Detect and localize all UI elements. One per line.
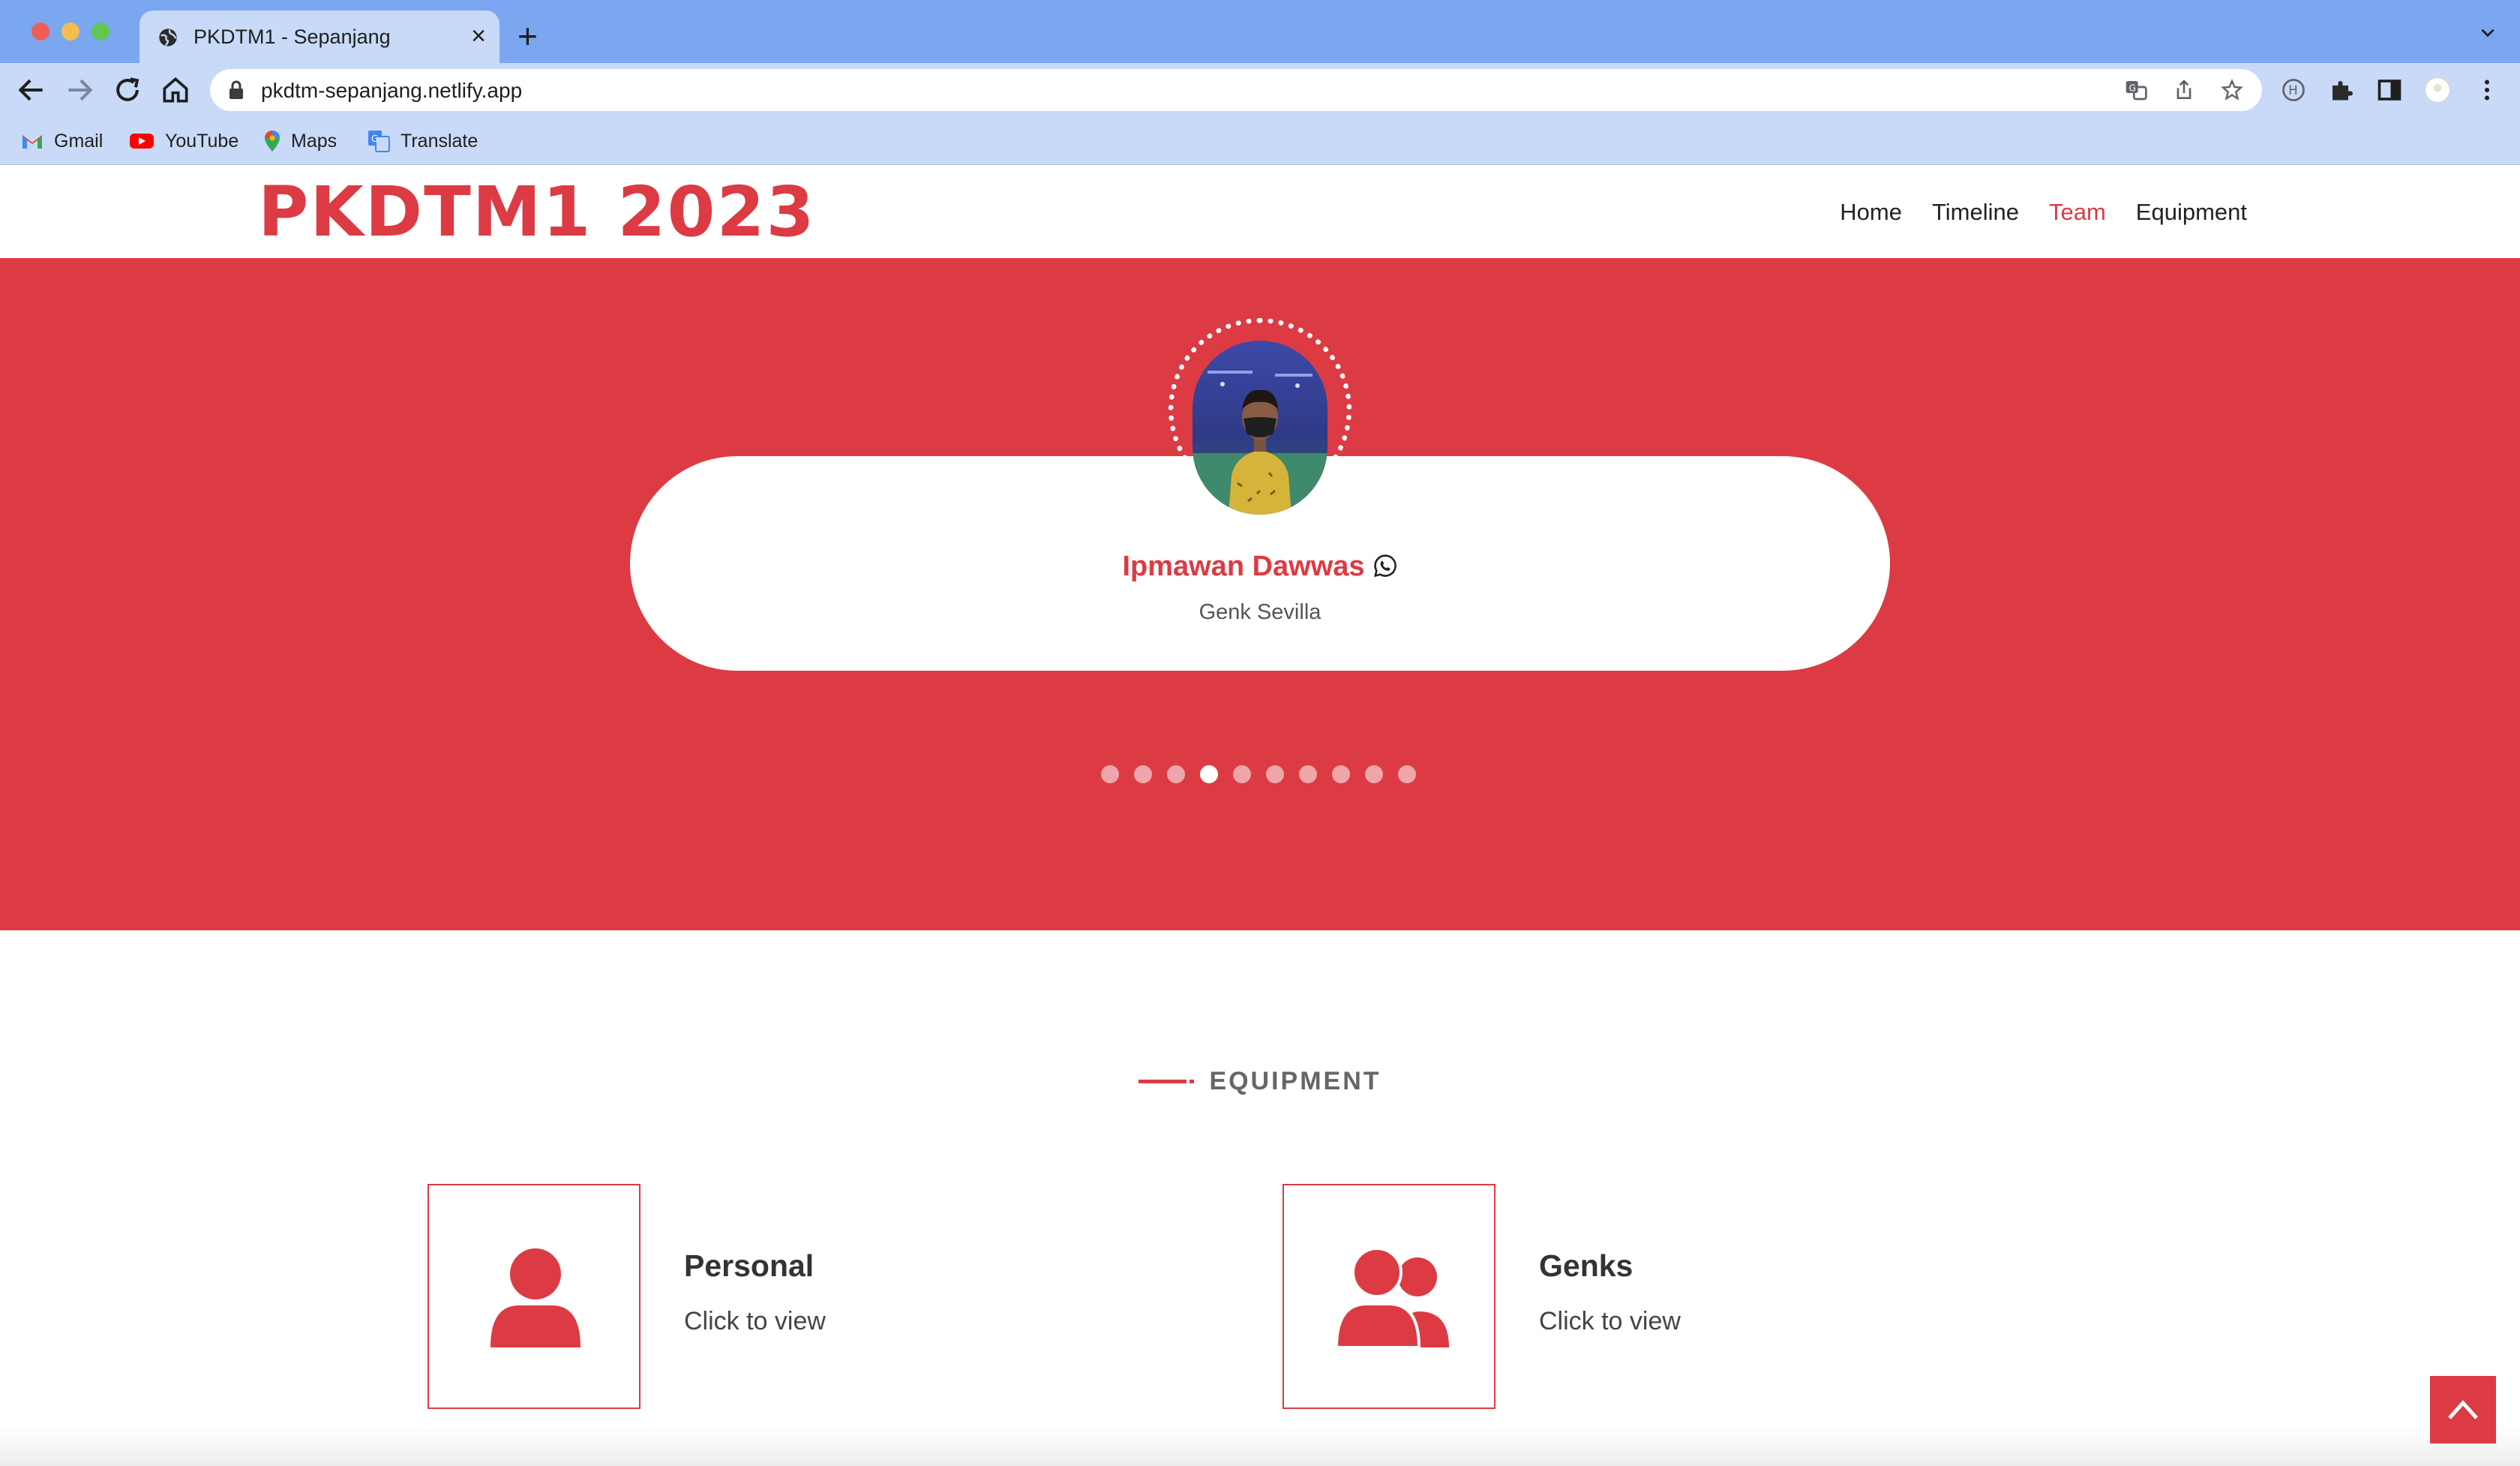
url-text: pkdtm-sepanjang.netlify.app [261, 79, 523, 102]
users-icon [1336, 1247, 1449, 1349]
bookmark-label: YouTube [165, 130, 239, 152]
home-icon[interactable] [159, 74, 192, 107]
carousel-dot[interactable] [1134, 765, 1152, 783]
youtube-icon [130, 134, 154, 149]
svg-text:G: G [2129, 83, 2136, 93]
main-nav: Home Timeline Team Equipment [1840, 197, 2247, 227]
window-close-button[interactable] [32, 23, 50, 41]
lock-icon[interactable] [228, 80, 244, 100]
bookmarks-bar: Gmail YouTube Maps G Translate [0, 117, 2520, 165]
browser-tab-strip: PKDTM1 - Sepanjang × + [0, 0, 2520, 63]
window-zoom-button[interactable] [92, 23, 110, 41]
personal-subtitle[interactable]: Click to view [684, 1307, 826, 1336]
bottom-fade [0, 1425, 2520, 1466]
equipment-section-heading: EQUIPMENT [0, 1067, 2520, 1096]
genks-subtitle[interactable]: Click to view [1539, 1307, 1681, 1336]
bookmark-label: Gmail [54, 130, 104, 152]
address-bar[interactable]: pkdtm-sepanjang.netlify.app G [210, 69, 2262, 111]
team-hero: Ipmawan Dawwas Genk Sevilla [0, 258, 2520, 930]
site-header: PKDTM1 2023 Home Timeline Team Equipment [0, 166, 2520, 258]
carousel-dot[interactable] [1299, 765, 1317, 783]
personal-equipment-card[interactable] [428, 1184, 640, 1409]
nav-team[interactable]: Team [2049, 197, 2106, 227]
tab-search-chevron-icon[interactable] [2478, 23, 2498, 42]
back-to-top-button[interactable] [2430, 1376, 2496, 1443]
browser-menu-icon[interactable] [2474, 77, 2500, 104]
carousel-pagination [1101, 765, 1416, 783]
browser-tab-active[interactable]: PKDTM1 - Sepanjang × [140, 11, 500, 63]
extension-h-icon[interactable]: H [2280, 77, 2307, 104]
user-icon [490, 1248, 580, 1347]
tab-close-icon[interactable]: × [471, 21, 486, 51]
reload-icon[interactable] [111, 74, 144, 107]
bookmark-youtube[interactable]: YouTube [129, 126, 238, 156]
bookmark-star-icon[interactable] [2220, 78, 2244, 102]
bookmark-translate[interactable]: G Translate [368, 126, 478, 156]
carousel-dot[interactable] [1365, 765, 1383, 783]
carousel-dot[interactable] [1233, 765, 1251, 783]
genks-title[interactable]: Genks [1539, 1248, 1633, 1284]
carousel-dot[interactable] [1101, 765, 1119, 783]
personal-title[interactable]: Personal [684, 1248, 814, 1284]
gmail-icon [22, 135, 42, 149]
heading-accent-dot [1190, 1080, 1195, 1083]
profile-avatar-icon[interactable] [2424, 77, 2451, 104]
translate-icon: G [368, 131, 390, 152]
bookmark-label: Translate [400, 130, 478, 152]
extensions-puzzle-icon[interactable] [2328, 77, 2355, 104]
site-logo[interactable]: PKDTM1 2023 [258, 175, 816, 250]
carousel-dot[interactable] [1266, 765, 1284, 783]
nav-timeline[interactable]: Timeline [1932, 197, 2019, 227]
svg-text:G: G [371, 134, 378, 144]
section-title: EQUIPMENT [1209, 1067, 1382, 1095]
heading-accent-line [1138, 1080, 1187, 1083]
forward-arrow-icon[interactable] [63, 74, 96, 107]
globe-icon [159, 29, 177, 47]
chevron-up-icon [2448, 1400, 2478, 1419]
svg-text:H: H [2288, 83, 2297, 98]
tab-title: PKDTM1 - Sepanjang [194, 26, 391, 48]
share-icon[interactable] [2172, 78, 2196, 102]
member-name-text: Ipmawan Dawwas [1122, 551, 1365, 582]
nav-equipment[interactable]: Equipment [2136, 197, 2247, 227]
nav-home[interactable]: Home [1840, 197, 1902, 227]
back-arrow-icon[interactable] [15, 74, 48, 107]
member-photo [1192, 341, 1328, 515]
member-name: Ipmawan Dawwas [0, 551, 2520, 583]
maps-icon [265, 131, 280, 152]
carousel-dot[interactable] [1167, 765, 1185, 783]
translate-page-icon[interactable]: G [2124, 78, 2148, 102]
whatsapp-icon[interactable] [1372, 553, 1398, 578]
carousel-dot[interactable] [1332, 765, 1350, 783]
window-minimize-button[interactable] [62, 23, 80, 41]
member-role: Genk Sevilla [1198, 600, 1322, 624]
browser-toolbar: pkdtm-sepanjang.netlify.app G H [0, 63, 2520, 117]
genks-equipment-card[interactable] [1282, 1184, 1496, 1409]
new-tab-button[interactable]: + [518, 18, 538, 54]
carousel-dot[interactable] [1398, 765, 1416, 783]
bookmark-maps[interactable]: Maps [264, 126, 337, 156]
side-panel-icon[interactable] [2376, 77, 2403, 104]
bookmark-label: Maps [291, 130, 338, 152]
bookmark-gmail[interactable]: Gmail [21, 126, 103, 156]
carousel-dot-active[interactable] [1200, 765, 1218, 783]
